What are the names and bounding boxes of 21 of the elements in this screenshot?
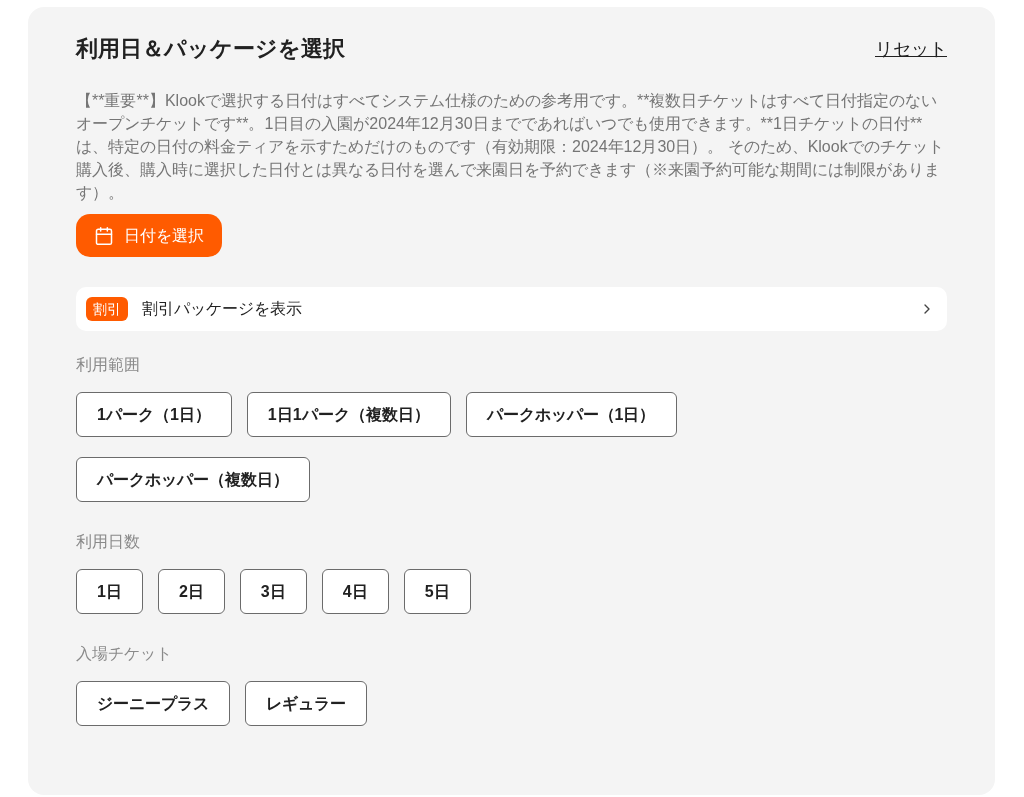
option-button[interactable]: パークホッパー（1日）	[465, 392, 677, 437]
option-group-label: 利用範囲	[76, 355, 141, 375]
reset-link[interactable]: リセット	[875, 37, 947, 61]
option-button[interactable]: 4日	[321, 569, 389, 614]
option-button[interactable]: 3日	[239, 569, 307, 614]
option-button[interactable]: 1日	[76, 569, 143, 614]
option-button[interactable]: 1日1パーク（複数日）	[246, 392, 451, 437]
option-button[interactable]: 2日	[157, 569, 225, 614]
option-button[interactable]: 5日	[403, 569, 471, 614]
calendar-icon	[94, 225, 114, 246]
option-button[interactable]: パークホッパー（複数日）	[76, 457, 310, 502]
option-button[interactable]: ジーニープラス	[76, 681, 230, 726]
discount-package-row[interactable]: 割引 割引パッケージを表示	[76, 287, 947, 331]
discount-badge: 割引	[86, 297, 128, 321]
option-button[interactable]: レギュラー	[245, 681, 367, 726]
option-button[interactable]: 1パーク（1日）	[76, 392, 232, 437]
option-group-label: 利用日数	[76, 532, 141, 552]
discount-package-label: 割引パッケージを表示	[142, 299, 303, 319]
option-group-label: 入場チケット	[76, 644, 173, 664]
notice-text: 【**重要**】Klookで選択する日付はすべてシステム仕様のための参考用です。**複数日チケットはすべて日付指定のないオープンチケットです**。1日目の入園が2024年12月30日までであればいつでも使用できます。**1日チケットの日付**は、特定の日付の料金ティアを示すためだけのものです（有効期限：2024年12月30日）。 そのため、Klookでのチケット購入後、購入時に選択した日付とは異なる日付を選んで来園日を予約できます（※来園予約可能な期間には制限があります）。	[76, 91, 945, 203]
section-title: 利用日＆パッケージを選択	[76, 35, 345, 63]
